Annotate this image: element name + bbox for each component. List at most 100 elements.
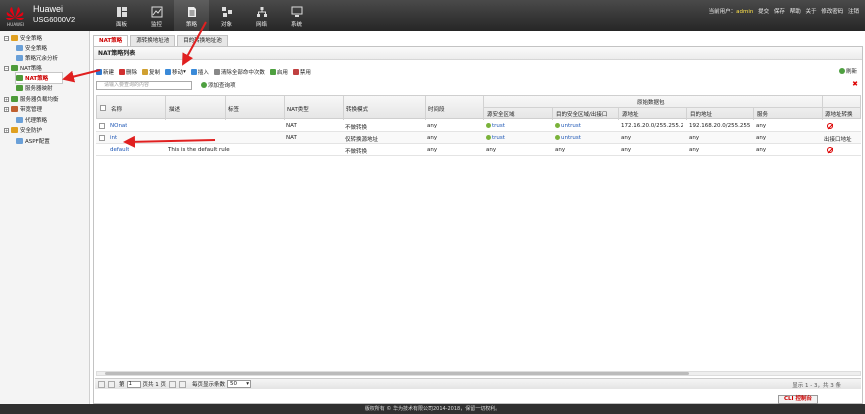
- next-page-button[interactable]: [169, 380, 177, 388]
- enable-button[interactable]: 启用: [269, 68, 288, 76]
- sidebar-item-nat-policy[interactable]: NAT策略: [15, 72, 63, 84]
- expand-icon[interactable]: +: [4, 96, 9, 102]
- tab-source-pool[interactable]: 源转换地址池: [130, 35, 176, 46]
- rule-name-link[interactable]: NOnat: [110, 123, 127, 129]
- refresh-icon: [838, 68, 845, 74]
- nav-network[interactable]: 网络: [244, 0, 279, 31]
- sidebar-item-nat-policy-group[interactable]: − NAT策略: [4, 63, 42, 73]
- close-icon[interactable]: ✖: [852, 80, 858, 88]
- collapse-icon[interactable]: −: [4, 65, 9, 71]
- sidebar-item-server-mapping[interactable]: 服务器映射: [16, 83, 53, 93]
- header-src-translate[interactable]: 源地址转换: [825, 110, 853, 118]
- zone-link[interactable]: untrust: [555, 135, 581, 141]
- disable-button[interactable]: 禁用: [292, 68, 311, 76]
- collapse-icon[interactable]: −: [4, 35, 9, 41]
- header-mode[interactable]: 转换模式: [346, 105, 368, 113]
- brand-name: Huawei: [33, 4, 64, 14]
- copy-button[interactable]: 复制: [142, 68, 160, 76]
- analysis-icon: [16, 55, 23, 61]
- table-row[interactable]: NOnat NAT 不做转换 any trust untrust 172.16.…: [96, 120, 861, 132]
- zone-link[interactable]: untrust: [555, 123, 581, 129]
- refresh-button[interactable]: 刷新: [838, 67, 857, 75]
- zone-link[interactable]: trust: [486, 135, 505, 141]
- help-link[interactable]: 帮助: [790, 9, 801, 15]
- rule-name-link[interactable]: int: [110, 135, 117, 141]
- about-link[interactable]: 关于: [805, 9, 816, 15]
- nav-label: 对象: [220, 22, 232, 28]
- cli-console-button[interactable]: CLI 控制台: [778, 395, 818, 404]
- page-input[interactable]: 1: [126, 380, 141, 388]
- logout-link[interactable]: 注销: [848, 9, 859, 15]
- per-page-select[interactable]: 50 ▾: [227, 380, 252, 388]
- table-header: 名称 描述 标签 NAT类型 转换模式 时间段 原始数据包 源安全区域 目的安全…: [96, 95, 861, 120]
- header-service[interactable]: 服务: [757, 110, 768, 118]
- move-button[interactable]: 移动 ▾: [165, 68, 186, 76]
- copy-icon: [142, 69, 149, 75]
- nav-object[interactable]: 对象: [209, 0, 244, 31]
- current-user-label: 当前用户：: [708, 9, 737, 15]
- header-src-addr[interactable]: 源地址: [622, 110, 639, 118]
- policy-icon: [187, 7, 196, 17]
- commit-link[interactable]: 提交: [758, 9, 769, 15]
- new-button[interactable]: 新建: [96, 68, 114, 76]
- header-name[interactable]: 名称: [111, 105, 122, 113]
- tab-nat-policy[interactable]: NAT策略: [93, 35, 129, 46]
- clear-hits-button[interactable]: 清除全部命中次数: [213, 68, 265, 76]
- expand-icon[interactable]: +: [4, 127, 9, 133]
- policy-item-icon: [16, 45, 23, 51]
- monitor-icon: [151, 6, 162, 18]
- sidebar-item-aspf[interactable]: ASPF配置: [16, 136, 50, 146]
- shield-icon: [11, 127, 18, 133]
- sidebar-item-protection[interactable]: + 安全防护: [4, 125, 42, 135]
- folder-icon: [11, 35, 18, 41]
- header-original-packet: 原始数据包: [637, 100, 665, 106]
- logo-text: HUAWEI: [7, 22, 25, 27]
- sidebar-item-security-policy-group[interactable]: − 安全策略: [4, 33, 42, 43]
- nav-policy[interactable]: 策略: [174, 0, 209, 31]
- sidebar-item-security-policy[interactable]: 安全策略: [16, 43, 47, 53]
- header-nat-type[interactable]: NAT类型: [287, 105, 309, 113]
- aspf-icon: [16, 138, 23, 144]
- nav-monitor[interactable]: 监控: [139, 0, 174, 31]
- nav-label: 面板: [115, 22, 127, 28]
- insert-button[interactable]: 插入: [190, 68, 209, 76]
- row-checkbox[interactable]: [99, 135, 105, 141]
- sidebar-item-load-balance[interactable]: + 服务器负载均衡: [4, 94, 59, 104]
- header-tag[interactable]: 标签: [228, 105, 239, 113]
- sidebar-item-redundancy-analysis[interactable]: 策略冗余分析: [16, 53, 58, 63]
- search-input[interactable]: 请输入要查询的内容: [96, 81, 192, 90]
- zone-icon: [486, 123, 491, 128]
- clear-icon: [213, 69, 220, 75]
- header-dst-zone[interactable]: 目的安全区域/出接口: [556, 110, 607, 118]
- object-icon: [221, 7, 232, 17]
- prev-page-button[interactable]: [108, 380, 115, 388]
- select-all-checkbox[interactable]: [100, 105, 106, 111]
- sidebar-item-proxy-policy[interactable]: 代理策略: [16, 115, 47, 125]
- expand-icon[interactable]: +: [4, 106, 9, 112]
- row-checkbox[interactable]: [99, 123, 105, 129]
- nav-dashboard[interactable]: 面板: [104, 0, 139, 31]
- add-query-button[interactable]: 添加查询项: [201, 81, 236, 89]
- horizontal-scrollbar[interactable]: [96, 371, 861, 376]
- first-page-button[interactable]: [98, 380, 105, 388]
- bandwidth-icon: [11, 106, 18, 112]
- table-row[interactable]: int NAT 仅转换源地址 any trust untrust any any…: [96, 132, 861, 144]
- save-link[interactable]: 保存: [774, 9, 785, 15]
- header-desc[interactable]: 描述: [169, 105, 180, 113]
- scrollbar-thumb[interactable]: [105, 372, 689, 375]
- rule-name-link[interactable]: default: [110, 147, 129, 153]
- header-time[interactable]: 时间段: [428, 105, 445, 113]
- delete-button[interactable]: 删除: [119, 68, 137, 76]
- zone-icon: [486, 135, 491, 140]
- nav-system[interactable]: 系统: [279, 0, 314, 31]
- zone-link[interactable]: trust: [486, 123, 505, 129]
- header-dst-addr[interactable]: 目的地址: [690, 110, 712, 118]
- tab-destination-pool[interactable]: 目的转换地址池: [177, 35, 228, 46]
- header-src-zone[interactable]: 源安全区域: [487, 110, 515, 118]
- table-row[interactable]: default This is the default rule 不做转换 an…: [96, 144, 861, 156]
- last-page-button[interactable]: [179, 380, 187, 388]
- sidebar-item-bandwidth[interactable]: + 带宽管理: [4, 104, 42, 114]
- change-password-link[interactable]: 修改密码: [821, 9, 843, 15]
- proxy-icon: [16, 117, 23, 123]
- zone-icon: [555, 135, 560, 140]
